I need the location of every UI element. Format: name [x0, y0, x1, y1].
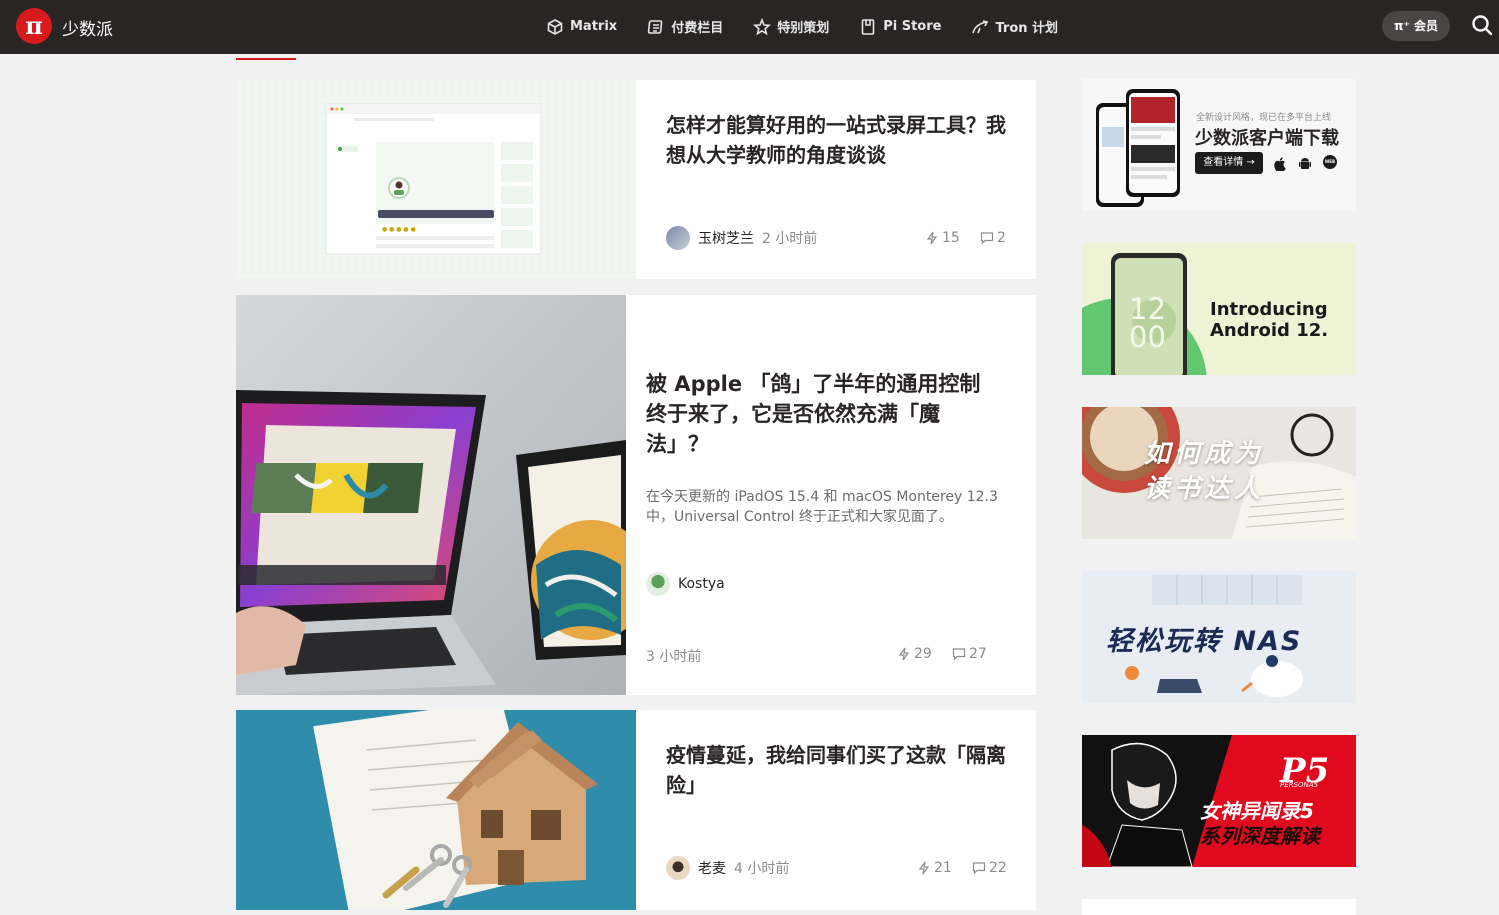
- nav-item-paid-columns[interactable]: 付费栏目: [647, 17, 723, 36]
- article-time: 3 小时前: [646, 649, 702, 665]
- author-name[interactable]: 老麦: [698, 858, 726, 878]
- ad-details-button[interactable]: 查看详情 →: [1195, 152, 1263, 174]
- like-count[interactable]: 21: [917, 860, 952, 876]
- comment-count-value: 2: [997, 230, 1006, 246]
- article-title[interactable]: 被 Apple 「鸽」了半年的通用控制终于来了，它是否依然充满「魔法」？: [646, 369, 991, 459]
- active-tab-indicator: [236, 58, 296, 60]
- ad-persona5[interactable]: P5 PERSONA5 女神异闻录5 系列深度解读: [1082, 735, 1356, 867]
- avatar[interactable]: [666, 856, 690, 880]
- ad-client-download[interactable]: 全新设计风格，现已在多平台上线 少数派客户端下载 查看详情 → WEB: [1082, 79, 1356, 211]
- article-card[interactable]: 疫情蔓延，我给同事们买了这款「隔离险」 老麦 4 小时前 21 22: [236, 710, 1036, 910]
- nav-item-label: 付费栏目: [671, 21, 724, 36]
- nav-item-label: Tron 计划: [995, 21, 1059, 36]
- article-time: 4 小时前: [734, 861, 790, 877]
- ad-subtitle: 全新设计风格，现已在多平台上线: [1196, 113, 1332, 123]
- apple-icon[interactable]: [1274, 156, 1286, 175]
- comment-icon: [952, 647, 966, 661]
- article-title[interactable]: 怎样才能算好用的一站式录屏工具？我想从大学教师的角度谈谈: [666, 110, 1011, 170]
- comment-count[interactable]: 27: [952, 646, 987, 662]
- ad-headline-line2: 系列深度解读: [1200, 824, 1320, 848]
- ad-headline-line1: Introducing: [1210, 299, 1328, 320]
- nav-item-tron[interactable]: Tron 计划: [971, 17, 1058, 36]
- clock-minutes: 00: [1129, 320, 1166, 354]
- article-author[interactable]: 老麦 4 小时前: [666, 856, 789, 880]
- like-count-value: 21: [934, 860, 952, 876]
- like-count[interactable]: 15: [925, 230, 960, 246]
- avatar[interactable]: [666, 226, 690, 250]
- nav-item-matrix[interactable]: Matrix: [546, 17, 617, 36]
- top-navigation-bar: π 少数派 Matrix 付费栏目 特别策划 Pi Store Tron 计划 …: [0, 0, 1499, 54]
- comment-count[interactable]: 22: [972, 860, 1007, 876]
- comment-icon: [972, 861, 986, 875]
- nav-item-pi-store[interactable]: Pi Store: [859, 17, 941, 36]
- nav-item-label: Pi Store: [883, 19, 942, 34]
- lightning-icon: [897, 647, 911, 661]
- search-icon[interactable]: [1471, 14, 1493, 36]
- nav-item-label: Matrix: [570, 19, 618, 34]
- ad-title: 少数派客户端下载: [1195, 128, 1339, 149]
- avatar[interactable]: [646, 572, 670, 596]
- article-cover-image[interactable]: [236, 710, 636, 910]
- ad-headline: 如何成为 读书达人: [1144, 437, 1264, 507]
- clock-hours: 12: [1129, 292, 1166, 326]
- article-time: 2 小时前: [762, 231, 818, 247]
- article-author[interactable]: Kostya: [646, 572, 725, 596]
- article-cover-image[interactable]: [236, 295, 626, 695]
- main-nav: Matrix 付费栏目 特别策划 Pi Store Tron 计划: [546, 17, 1058, 36]
- article-card-featured[interactable]: 被 Apple 「鸽」了半年的通用控制终于来了，它是否依然充满「魔法」？ 在今天…: [236, 295, 1036, 695]
- game-logo-subtitle: PERSONA5: [1280, 781, 1318, 789]
- ad-reading[interactable]: 如何成为 读书达人: [1082, 407, 1356, 539]
- ad-headline: 轻松玩转 NAS: [1106, 626, 1303, 657]
- member-button[interactable]: π⁺ 会员: [1382, 11, 1450, 41]
- lightning-icon: [925, 231, 939, 245]
- like-count-value: 29: [914, 646, 932, 662]
- lightning-icon: [917, 861, 931, 875]
- ad-headline-line1: 如何成为: [1144, 439, 1265, 469]
- author-name[interactable]: Kostya: [678, 576, 725, 592]
- article-excerpt: 在今天更新的 iPadOS 15.4 和 macOS Monterey 12.3…: [646, 489, 998, 525]
- star-icon: [753, 17, 772, 36]
- ad-nas[interactable]: 轻松玩转 NAS: [1082, 571, 1356, 703]
- site-name[interactable]: 少数派: [62, 15, 113, 40]
- web-icon[interactable]: WEB: [1323, 155, 1337, 169]
- ad-headline-line1: 女神异闻录5: [1200, 799, 1314, 823]
- site-logo[interactable]: π: [16, 8, 52, 44]
- article-title[interactable]: 疫情蔓延，我给同事们买了这款「隔离险」: [666, 740, 1011, 800]
- like-count[interactable]: 29: [897, 646, 932, 662]
- store-icon: [859, 18, 877, 36]
- ad-headline-line2: Android 12.: [1210, 320, 1329, 341]
- nav-item-special[interactable]: 特别策划: [753, 17, 829, 36]
- svg-text:● ● ● ● ●: ● ● ● ● ●: [382, 226, 416, 233]
- column-icon: [647, 18, 665, 36]
- comment-count-value: 22: [989, 860, 1007, 876]
- comment-icon: [980, 231, 994, 245]
- clock-display: 12 00: [1129, 292, 1166, 354]
- comment-count[interactable]: 2: [980, 230, 1006, 246]
- article-card[interactable]: ● ● ● ● ● 怎样才能算好用的一站式录屏工具？我想从大学教师的角度谈谈 玉…: [236, 80, 1036, 279]
- cube-icon: [546, 18, 564, 36]
- like-count-value: 15: [942, 230, 960, 246]
- article-author[interactable]: 玉树芝兰 2 小时前: [666, 226, 817, 250]
- nav-item-label: 特别策划: [777, 21, 830, 36]
- tron-icon: [971, 18, 989, 36]
- article-cover-image[interactable]: ● ● ● ● ●: [236, 80, 636, 279]
- ad-android-12[interactable]: 12 00 Introducing Android 12.: [1082, 243, 1356, 375]
- ad-next[interactable]: [1082, 899, 1356, 915]
- android-icon[interactable]: [1298, 156, 1312, 175]
- ad-headline: Introducing Android 12.: [1210, 299, 1328, 341]
- author-name[interactable]: 玉树芝兰: [698, 228, 754, 248]
- ad-headline: 女神异闻录5 系列深度解读: [1200, 799, 1320, 849]
- comment-count-value: 27: [969, 646, 987, 662]
- ad-headline-line2: 读书达人: [1144, 474, 1265, 504]
